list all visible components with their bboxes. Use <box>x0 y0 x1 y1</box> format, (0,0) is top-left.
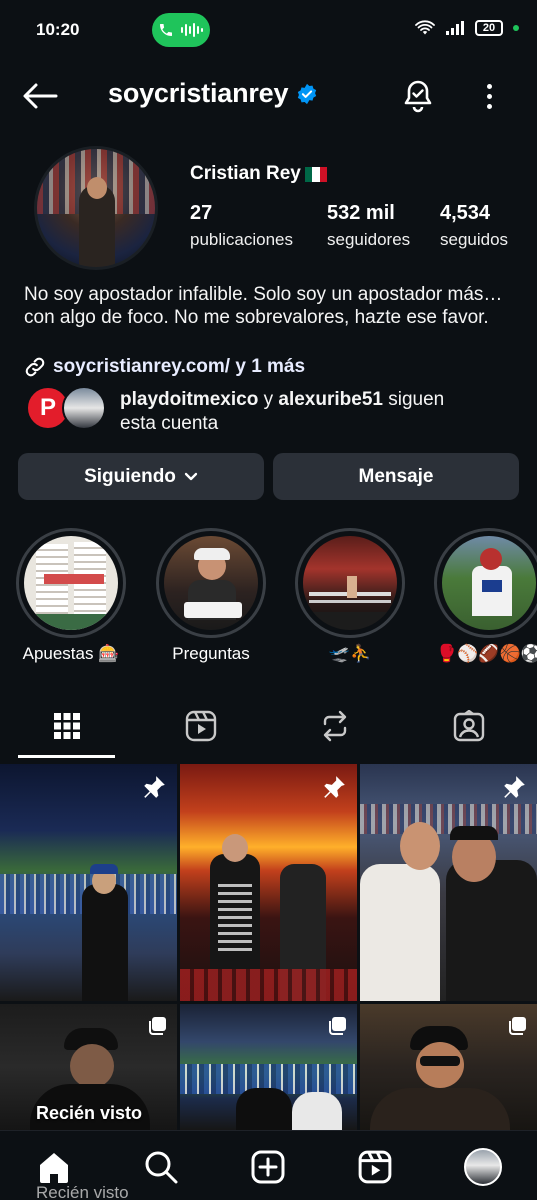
recently-viewed-ghost-label: Recién visto <box>36 1183 129 1200</box>
stat-value: 27 <box>190 202 213 224</box>
message-label: Mensaje <box>358 465 434 487</box>
profile-avatar-icon <box>464 1148 502 1186</box>
status-bar: 10:20 20 <box>0 0 537 60</box>
post-tile[interactable] <box>360 764 537 1001</box>
more-options-button[interactable] <box>476 78 502 114</box>
stat-followers[interactable]: 532 mil seguidores <box>327 202 410 250</box>
username-title: soycristianrey <box>108 78 318 109</box>
multiple-posts-icon <box>149 1017 166 1035</box>
tab-reposts[interactable] <box>285 698 385 754</box>
signal-icon <box>446 21 464 35</box>
stat-label: seguidos <box>440 230 509 249</box>
highlight-preguntas[interactable]: Preguntas <box>156 528 266 663</box>
highlight-ring <box>16 528 126 638</box>
highlight-ring <box>156 528 266 638</box>
highlight-label: Apuestas 🎰 <box>22 644 120 663</box>
pin-icon <box>324 776 345 798</box>
post-tile[interactable] <box>180 764 357 1001</box>
highlight-viajes[interactable]: 🛫⛹️ <box>295 528 405 663</box>
message-button[interactable]: Mensaje <box>273 453 519 500</box>
profile-avatar[interactable] <box>34 146 158 270</box>
tagged-icon <box>453 710 485 742</box>
dot <box>486 103 492 109</box>
multiple-posts-icon <box>509 1017 526 1035</box>
battery-icon: 20 <box>475 20 503 36</box>
stat-posts[interactable]: 27 publicaciones <box>190 202 293 250</box>
following-label: Siguiendo <box>84 465 176 487</box>
following-button[interactable]: Siguiendo <box>18 453 264 500</box>
display-name-text: Cristian Rey <box>190 163 301 184</box>
privacy-indicator-dot <box>513 25 519 31</box>
followed-by[interactable]: P playdoitmexico y alexuribe51 siguen es… <box>26 386 480 436</box>
highlight-cover <box>442 536 536 630</box>
profile-tabs <box>0 698 537 760</box>
follower-avatar-alexuribe <box>62 386 106 430</box>
chevron-down-icon <box>184 472 198 480</box>
mexico-flag-icon <box>304 166 327 182</box>
stat-label: publicaciones <box>190 230 294 249</box>
notifications-bell-button[interactable] <box>400 76 436 116</box>
profile-header: soycristianrey <box>0 68 537 124</box>
arrow-left-icon <box>23 83 58 109</box>
home-icon <box>40 1153 68 1183</box>
link-icon <box>25 357 45 377</box>
highlight-ring <box>295 528 405 638</box>
follower-user2[interactable]: alexuribe51 <box>278 389 383 410</box>
back-button[interactable] <box>22 80 62 112</box>
status-icons: 20 <box>415 20 519 36</box>
followed-by-text: playdoitmexico y alexuribe51 siguen esta… <box>120 388 480 436</box>
highlight-cover <box>24 536 118 630</box>
pin-icon <box>144 776 165 798</box>
follower-user1[interactable]: playdoitmexico <box>120 389 258 410</box>
status-time: 10:20 <box>36 20 80 39</box>
bio-link-text: soycristianrey.com/ y 1 más <box>53 356 306 377</box>
username: soycristianrey <box>108 78 289 108</box>
nav-profile[interactable] <box>461 1145 505 1189</box>
highlight-label: 🛫⛹️ <box>328 644 372 663</box>
followed-by-connector: y <box>258 389 279 410</box>
active-tab-indicator <box>18 755 115 758</box>
ongoing-call-indicator[interactable] <box>152 13 210 47</box>
stat-following[interactable]: 4,534 seguidos <box>440 202 508 250</box>
grid-icon <box>54 713 80 739</box>
pin-icon <box>504 776 525 798</box>
post-tile[interactable] <box>180 1004 357 1130</box>
audio-wave-icon <box>181 23 203 37</box>
recently-viewed-label: Recién visto <box>36 1103 143 1123</box>
highlight-label: Preguntas <box>172 644 250 663</box>
dot <box>486 93 492 99</box>
post-tile[interactable] <box>0 764 177 1001</box>
bio-link[interactable]: soycristianrey.com/ y 1 más <box>24 356 305 378</box>
highlight-ring <box>434 528 537 638</box>
create-icon <box>251 1150 285 1184</box>
stat-value: 532 mil <box>327 202 395 224</box>
verified-badge-icon <box>298 83 317 104</box>
highlight-cover <box>303 536 397 630</box>
wifi-icon <box>415 20 435 35</box>
highlight-apuestas[interactable]: Apuestas 🎰 <box>16 528 126 663</box>
tab-grid[interactable] <box>17 698 117 754</box>
phone-icon <box>160 24 172 36</box>
stat-label: seguidores <box>327 230 411 249</box>
reels-icon <box>185 710 217 742</box>
reposts-icon <box>323 710 347 742</box>
tab-reels[interactable] <box>151 698 251 754</box>
bell-icon <box>404 80 432 113</box>
post-tile[interactable] <box>360 1004 537 1130</box>
tab-tagged[interactable] <box>419 698 519 754</box>
nav-search[interactable] <box>139 1145 183 1189</box>
nav-reels[interactable] <box>353 1145 397 1189</box>
highlight-label: 🥊⚾🏈🏀⚽ <box>436 644 537 663</box>
search-icon <box>145 1151 178 1184</box>
avatar-image <box>37 149 155 267</box>
nav-create[interactable] <box>246 1145 290 1189</box>
highlight-deportes[interactable]: 🥊⚾🏈🏀⚽ <box>434 528 537 663</box>
highlight-cover <box>164 536 258 630</box>
bio-text: No soy apostador infalible. Solo soy un … <box>24 284 503 328</box>
dot <box>486 83 492 89</box>
multiple-posts-icon <box>329 1017 346 1035</box>
stat-value: 4,534 <box>440 202 491 224</box>
display-name: Cristian Rey <box>190 163 327 185</box>
reels-icon <box>358 1150 392 1184</box>
